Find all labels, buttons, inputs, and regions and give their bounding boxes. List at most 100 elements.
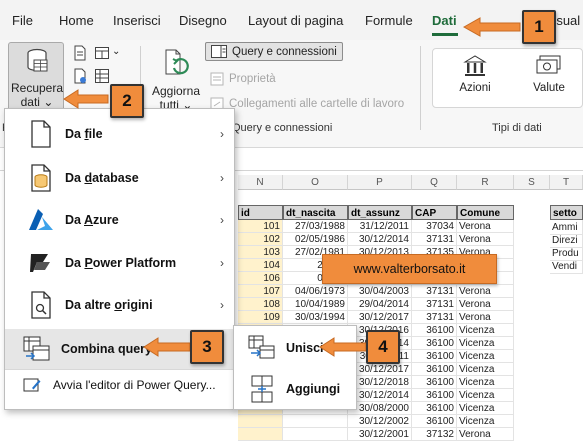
menu-label-part: Da bbox=[65, 213, 84, 227]
tab-inserisci[interactable]: Inserisci bbox=[113, 13, 161, 28]
table-cell[interactable]: 10/04/1989 bbox=[283, 298, 348, 311]
table-cell[interactable]: Vicenza bbox=[457, 337, 514, 350]
table-cell[interactable]: 30/12/2018 bbox=[348, 376, 412, 389]
table-cell[interactable]: 30/12/2001 bbox=[348, 428, 412, 441]
table-cell[interactable]: 108 bbox=[238, 298, 283, 311]
column-header-p[interactable]: P bbox=[348, 175, 412, 190]
menu-item-from-power-platform[interactable]: Da Power Platform › bbox=[5, 242, 234, 284]
header-cell-id[interactable]: id bbox=[238, 205, 283, 220]
table-cell[interactable]: Verona bbox=[457, 311, 514, 324]
tab-disegno[interactable]: Disegno bbox=[179, 13, 227, 28]
header-cell-cap[interactable]: CAP bbox=[412, 205, 457, 220]
table-cell[interactable]: 102 bbox=[238, 233, 283, 246]
table-cell[interactable]: 37034 bbox=[412, 220, 457, 233]
table-cell[interactable]: Verona bbox=[457, 220, 514, 233]
table-cell[interactable] bbox=[283, 428, 348, 441]
table-cell[interactable]: 30/12/2017 bbox=[348, 363, 412, 376]
table-cell[interactable]: 36100 bbox=[412, 389, 457, 402]
table-cell[interactable]: 37131 bbox=[412, 298, 457, 311]
table-cell[interactable]: 106 bbox=[238, 272, 283, 285]
header-cell-comune[interactable]: Comune bbox=[457, 205, 514, 220]
menu-item-launch-power-query[interactable]: Avvia l'editor di Power Query... bbox=[5, 373, 234, 397]
table-cell[interactable]: 27/03/1988 bbox=[283, 220, 348, 233]
table-cell[interactable]: 37131 bbox=[412, 311, 457, 324]
table-cell[interactable]: 30/04/2003 bbox=[348, 285, 412, 298]
column-header-n[interactable]: N bbox=[238, 175, 283, 190]
table-cell[interactable]: 103 bbox=[238, 246, 283, 259]
database-table-icon bbox=[27, 48, 48, 72]
table-cell[interactable] bbox=[283, 415, 348, 428]
table-cell[interactable]: 36100 bbox=[412, 324, 457, 337]
header-cell-dt-assunz[interactable]: dt_assunz bbox=[348, 205, 412, 220]
table-cell[interactable]: 36100 bbox=[412, 376, 457, 389]
recent-sources-chevron-icon[interactable]: ⌄ bbox=[112, 46, 120, 57]
table-cell[interactable]: 29/04/2014 bbox=[348, 298, 412, 311]
table-cell[interactable]: 36100 bbox=[412, 337, 457, 350]
menu-item-from-other-sources[interactable]: Da altre origini › bbox=[5, 284, 234, 326]
column-header-r[interactable]: R bbox=[457, 175, 514, 190]
table-cell[interactable]: Vicenza bbox=[457, 376, 514, 389]
table-cell[interactable]: Verona bbox=[457, 285, 514, 298]
table-cell[interactable]: 30/12/2014 bbox=[348, 233, 412, 246]
header-cell-settore[interactable]: setto bbox=[550, 205, 583, 220]
table-cell[interactable]: Vicenza bbox=[457, 415, 514, 428]
existing-connections-icon[interactable] bbox=[94, 68, 110, 84]
table-cell[interactable]: 36100 bbox=[412, 415, 457, 428]
column-header-o[interactable]: O bbox=[283, 175, 348, 190]
table-cell[interactable]: 37131 bbox=[412, 233, 457, 246]
table-cell[interactable]: 37132 bbox=[412, 428, 457, 441]
table-cell[interactable]: Vicenza bbox=[457, 324, 514, 337]
tab-formule[interactable]: Formule bbox=[365, 13, 413, 28]
tab-file[interactable]: File bbox=[12, 13, 33, 28]
table-cell[interactable]: Verona bbox=[457, 233, 514, 246]
table-cell[interactable] bbox=[238, 428, 283, 441]
table-cell[interactable]: Vicenza bbox=[457, 389, 514, 402]
table-cell[interactable]: 36100 bbox=[412, 402, 457, 415]
table-cell[interactable]: 04/06/1973 bbox=[283, 285, 348, 298]
table-cell[interactable]: 36100 bbox=[412, 363, 457, 376]
from-web-icon[interactable] bbox=[94, 45, 110, 61]
table-cell[interactable]: 109 bbox=[238, 311, 283, 324]
table-cell[interactable]: 31/12/2011 bbox=[348, 220, 412, 233]
column-header-t[interactable]: T bbox=[550, 175, 583, 190]
table-cell[interactable]: 30/08/2000 bbox=[348, 402, 412, 415]
stocks-button[interactable]: Azioni bbox=[445, 55, 505, 103]
menu-item-from-azure[interactable]: Da Azure › bbox=[5, 199, 234, 241]
workbook-links-button[interactable]: Collegamenti alle cartelle di lavoro bbox=[210, 97, 404, 111]
table-cell[interactable]: 104 bbox=[238, 259, 283, 272]
submenu-item-append[interactable]: Aggiungi bbox=[234, 369, 356, 409]
menu-item-from-database[interactable]: Da database › bbox=[5, 157, 234, 199]
properties-button[interactable]: Proprietà bbox=[210, 72, 276, 86]
table-cell[interactable]: Vicenza bbox=[457, 363, 514, 376]
from-text-csv-icon[interactable] bbox=[72, 45, 88, 61]
table-cell[interactable]: 02/05/1986 bbox=[283, 233, 348, 246]
column-header-q[interactable]: Q bbox=[412, 175, 457, 190]
table-cell[interactable]: 36100 bbox=[412, 350, 457, 363]
tab-layout[interactable]: Layout di pagina bbox=[248, 13, 343, 28]
column-header-s[interactable]: S bbox=[514, 175, 550, 190]
table-cell[interactable]: 30/12/2002 bbox=[348, 415, 412, 428]
table-cell[interactable]: 30/03/1994 bbox=[283, 311, 348, 324]
table-cell[interactable]: Vicenza bbox=[457, 402, 514, 415]
table-cell[interactable] bbox=[238, 415, 283, 428]
table-cell[interactable]: 101 bbox=[238, 220, 283, 233]
queries-connections-button[interactable]: Query e connessioni bbox=[205, 42, 343, 61]
table-cell[interactable]: 107 bbox=[238, 285, 283, 298]
menu-label-part: Da altre bbox=[65, 298, 115, 312]
table-cell[interactable]: Verona bbox=[457, 298, 514, 311]
table-cell[interactable]: 37131 bbox=[412, 285, 457, 298]
get-data-button[interactable]: Recupera dati ⌄ bbox=[8, 42, 64, 112]
table-cell[interactable]: 30/12/2017 bbox=[348, 311, 412, 324]
refresh-all-button[interactable]: Aggiorna tutti ⌄ bbox=[148, 44, 204, 114]
tab-dati[interactable]: Dati bbox=[432, 13, 457, 28]
currencies-button[interactable]: Valute bbox=[519, 55, 579, 103]
menu-label-part: A bbox=[84, 213, 94, 227]
tab-home[interactable]: Home bbox=[59, 13, 94, 28]
header-cell-dt-nascita[interactable]: dt_nascita bbox=[283, 205, 348, 220]
sector-cell[interactable]: Vendi bbox=[550, 259, 583, 274]
table-cell[interactable]: Verona bbox=[457, 428, 514, 441]
from-table-icon[interactable] bbox=[72, 68, 88, 84]
menu-item-from-file[interactable]: Da file › bbox=[5, 113, 234, 155]
table-cell[interactable]: 30/12/2014 bbox=[348, 389, 412, 402]
table-cell[interactable]: Vicenza bbox=[457, 350, 514, 363]
